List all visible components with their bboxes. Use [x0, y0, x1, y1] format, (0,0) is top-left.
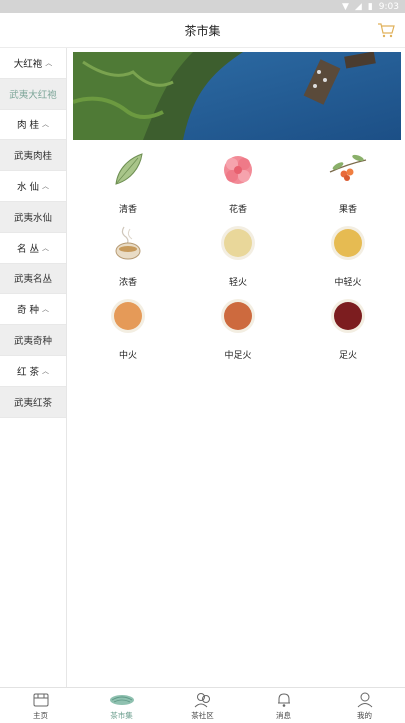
tab-label: 主页	[33, 711, 48, 720]
sidebar-item-wuyi-mingcong[interactable]: 武夷名丛	[0, 263, 66, 295]
flavor-item-huaxiang[interactable]: 花香	[183, 145, 293, 218]
chevron-up-icon: ︿	[42, 366, 50, 375]
battery-icon: ▮	[367, 1, 373, 12]
flavor-label: 清香	[118, 205, 137, 215]
wifi-icon: ▼	[341, 1, 349, 12]
sidebar-item-label: 武夷奇种	[13, 336, 52, 348]
flavor-label: 中火	[118, 351, 137, 361]
sidebar-item-wuyi-shuixian[interactable]: 武夷水仙	[0, 201, 66, 233]
flavor-item-zuhuo[interactable]: 足火	[293, 291, 403, 364]
sidebar-item-wuyi-dahongpao[interactable]: 武夷大红袍	[0, 78, 66, 110]
sidebar-item-qizhong[interactable]: 奇 种 ︿	[0, 294, 66, 326]
sidebar-item-shuixian[interactable]: 水 仙 ︿	[0, 171, 66, 202]
tab-label: 消息	[276, 711, 291, 720]
category-sidebar: 大红袍 ︿ 武夷大红袍 肉 桂 ︿ 武夷肉桂 水 仙 ︿ 武夷水仙 名 丛 ︿ 武夷名丛…	[0, 48, 67, 687]
sidebar-item-label: 名 丛	[16, 243, 40, 255]
tea-liquor-medium-light-icon	[331, 226, 365, 260]
sidebar-item-label: 大红袍	[13, 58, 43, 70]
sidebar-item-dahongpao[interactable]: 大红袍 ︿	[0, 48, 66, 79]
home-icon	[33, 693, 48, 707]
chevron-up-icon: ︿	[42, 182, 50, 191]
sidebar-item-label: 红 茶	[16, 366, 40, 378]
chevron-up-icon: ︿	[42, 305, 50, 314]
sidebar-item-label: 武夷名丛	[13, 274, 52, 286]
flavor-item-zhonghuo[interactable]: 中火	[73, 291, 183, 364]
tea-liquor-light-icon	[221, 226, 255, 260]
flavor-label: 足火	[338, 351, 357, 361]
flower-icon	[224, 156, 252, 184]
teacup-icon	[115, 226, 141, 260]
banner-image[interactable]	[73, 52, 401, 140]
tab-label: 茶社区	[191, 711, 214, 720]
sidebar-item-label: 水 仙	[16, 182, 40, 194]
sidebar-item-hongcha[interactable]: 红 茶 ︿	[0, 355, 66, 387]
chevron-up-icon: ︿	[42, 120, 50, 129]
tab-label: 茶市集	[110, 711, 133, 720]
tab-tea-market[interactable]: 茶市集	[81, 688, 162, 723]
page-title: 茶市集	[184, 23, 221, 38]
flavor-label: 果香	[338, 205, 357, 215]
flavor-item-guoxiang[interactable]: 果香	[293, 145, 403, 218]
sidebar-item-rougui[interactable]: 肉 桂 ︿	[0, 109, 66, 141]
bell-icon	[277, 693, 290, 707]
tab-home[interactable]: 主页	[0, 688, 81, 723]
flavor-item-zhongqinghuo[interactable]: 中轻火	[293, 218, 403, 291]
sidebar-item-label: 武夷水仙	[13, 212, 52, 224]
tab-profile[interactable]: 我的	[324, 688, 405, 723]
sidebar-item-wuyi-qizhong[interactable]: 武夷奇种	[0, 325, 66, 356]
tab-messages[interactable]: 消息	[243, 688, 324, 723]
fruit-branch-icon	[329, 154, 367, 181]
sidebar-item-label: 武夷红茶	[13, 397, 52, 409]
chevron-up-icon: ︿	[45, 58, 53, 67]
tea-market-icon	[109, 695, 134, 705]
flavor-label: 浓香	[118, 278, 137, 288]
flavor-label: 中轻火	[334, 278, 362, 288]
sidebar-item-label: 武夷肉桂	[13, 151, 52, 163]
community-icon	[194, 693, 210, 708]
status-bar: ▼ ◢ ▮ 9:03	[0, 0, 405, 13]
sidebar-item-label: 肉 桂	[16, 120, 40, 132]
sidebar-item-wuyi-rougui[interactable]: 武夷肉桂	[0, 140, 66, 172]
sidebar-item-wuyi-hongcha[interactable]: 武夷红茶	[0, 386, 66, 418]
tab-community[interactable]: 茶社区	[162, 688, 243, 723]
tea-liquor-full-icon	[331, 299, 365, 333]
bottom-tab-bar: 主页 茶市集 茶社区 消息 我的	[0, 687, 405, 723]
cart-icon[interactable]	[377, 22, 395, 38]
status-time: 9:03	[378, 1, 399, 12]
tea-liquor-medium-icon	[111, 299, 145, 333]
flavor-label: 中足火	[224, 351, 252, 361]
tea-liquor-medium-full-icon	[221, 299, 255, 333]
flavor-item-zhongzuhuo[interactable]: 中足火	[183, 291, 293, 364]
signal-icon: ◢	[354, 1, 362, 12]
sidebar-item-label: 武夷大红袍	[9, 89, 57, 101]
app-bar: 茶市集	[0, 13, 405, 48]
sidebar-item-mingcong[interactable]: 名 丛 ︿	[0, 232, 66, 264]
flavor-label: 轻火	[228, 278, 247, 288]
user-icon	[357, 692, 372, 708]
flavor-item-nongxiang[interactable]: 浓香	[73, 218, 183, 291]
leaf-icon	[115, 153, 143, 185]
tab-label: 我的	[357, 711, 372, 720]
sidebar-item-label: 奇 种	[16, 305, 40, 317]
flavor-item-qinghuo[interactable]: 轻火	[183, 218, 293, 291]
chevron-up-icon: ︿	[42, 243, 50, 252]
flavor-label: 花香	[228, 205, 247, 215]
flavor-item-qingxiang[interactable]: 清香	[73, 145, 183, 218]
